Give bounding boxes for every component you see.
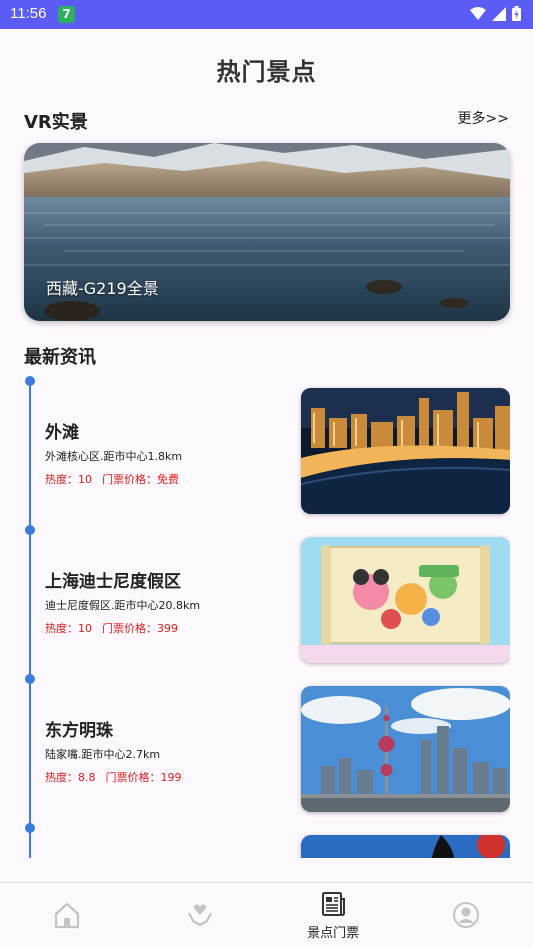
- news-item-name: 东方明珠: [45, 721, 113, 741]
- news-item-oriental-pearl[interactable]: 东方明珠 陆家嘴.距市中心2.7km 热度：8.8 门票价格：199: [24, 686, 510, 814]
- vr-card-caption: 西藏-G219全景: [46, 279, 159, 298]
- news-item-location: 陆家嘴.距市中心2.7km: [45, 748, 161, 761]
- partial-image: [301, 835, 510, 858]
- oriental-pearl-image: [301, 686, 510, 812]
- disney-poster-image: [301, 537, 510, 663]
- vr-panorama-card[interactable]: 西藏-G219全景: [24, 143, 510, 321]
- news-item-meta: 热度：10 门票价格：399: [45, 620, 188, 636]
- news-item-heat: 热度：10: [45, 622, 92, 635]
- news-item-price: 门票价格：199: [105, 771, 182, 784]
- news-item-heat: 热度：8.8: [45, 771, 96, 784]
- news-item-meta: 热度：8.8 门票价格：199: [45, 769, 192, 785]
- tab-tickets[interactable]: 景点门票: [267, 883, 400, 948]
- tab-home[interactable]: [0, 883, 133, 948]
- news-item-disneyland[interactable]: 上海迪士尼度假区 迪士尼度假区.距市中心20.8km 热度：10 门票价格：399: [24, 537, 510, 665]
- tab-label: 景点门票: [307, 926, 360, 941]
- status-icons: [470, 6, 521, 21]
- more-link[interactable]: 更多>>: [458, 108, 509, 128]
- battery-icon: [512, 6, 521, 21]
- bund-night-image: [301, 388, 510, 514]
- status-time: 11:56: [10, 5, 47, 22]
- news-item-location: 外滩核心区.距市中心1.8km: [45, 450, 183, 463]
- news-item-image[interactable]: [301, 835, 510, 858]
- heart-hand-icon: [187, 904, 212, 927]
- news-item-image[interactable]: [301, 686, 510, 812]
- newspaper-icon: [322, 892, 346, 916]
- vr-section-title: VR实景: [24, 112, 88, 133]
- news-item-partial[interactable]: [24, 835, 510, 858]
- news-item-price: 门票价格：免费: [102, 473, 179, 486]
- tab-favorites[interactable]: [133, 883, 266, 948]
- news-item-bund[interactable]: 外滩 外滩核心区.距市中心1.8km 热度：10 门票价格：免费: [24, 388, 510, 516]
- news-item-heat: 热度：10: [45, 473, 92, 486]
- news-item-price: 门票价格：399: [102, 622, 178, 635]
- bottom-tab-bar: 景点门票: [0, 882, 533, 948]
- signal-icon: [492, 6, 506, 21]
- tab-profile[interactable]: [400, 883, 533, 948]
- timeline-dot: [25, 823, 35, 833]
- news-item-name: 上海迪士尼度假区: [45, 572, 181, 592]
- news-section-title: 最新资讯: [24, 347, 96, 368]
- wifi-icon: [470, 6, 486, 20]
- news-item-image[interactable]: [301, 388, 510, 514]
- news-item-meta: 热度：10 门票价格：免费: [45, 471, 189, 487]
- news-item-location: 迪士尼度假区.距市中心20.8km: [45, 599, 201, 612]
- profile-icon: [453, 902, 480, 928]
- news-item-image[interactable]: [301, 537, 510, 663]
- timeline-dot: [25, 674, 35, 684]
- home-icon: [54, 902, 79, 929]
- notification-badge-icon: 7: [58, 6, 75, 23]
- news-item-name: 外滩: [45, 423, 79, 443]
- status-bar: 11:56 7: [0, 0, 533, 29]
- timeline-dot: [25, 525, 35, 535]
- page-title: 热门景点: [216, 58, 317, 86]
- timeline-dot: [25, 376, 35, 386]
- news-timeline: 外滩 外滩核心区.距市中心1.8km 热度：10 门票价格：免费 上海迪士尼度假…: [24, 370, 510, 858]
